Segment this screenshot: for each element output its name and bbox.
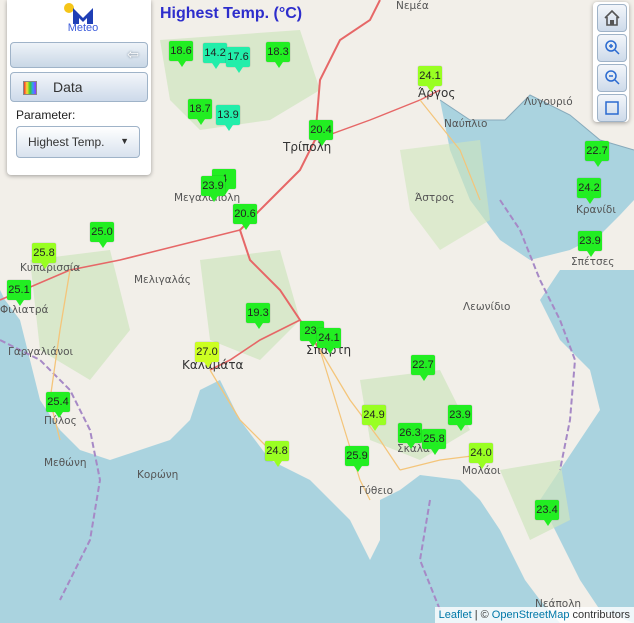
station-marker[interactable]: 24.9 [362,405,386,431]
palette-icon [23,81,37,95]
place-label-astros: Άστρος [415,192,455,204]
home-button[interactable] [597,4,627,32]
station-marker[interactable]: 17.6 [226,47,250,73]
place-label-kyparissia: Κυπαρισσία [20,262,81,274]
fullscreen-button[interactable] [597,94,627,122]
station-marker[interactable]: 25.4 [46,392,70,418]
leaflet-link[interactable]: Leaflet [439,609,472,621]
attribution-separator: | © [474,609,489,621]
place-label-meligalas: Μελιγαλάς [134,274,191,286]
station-marker[interactable]: 14.2 [203,43,227,69]
station-marker[interactable]: 19.3 [246,303,270,329]
parameter-label: Parameter: [16,108,76,122]
fullscreen-icon [605,101,619,115]
place-label-filiatra: Φιλιατρά [0,304,49,316]
control-panel: Meteo ⇦ Data Parameter: Highest Temp. ▼ [7,0,151,175]
zoom-out-icon [605,70,620,85]
station-marker[interactable]: 25.8 [32,243,56,269]
place-label-methoni: Μεθώνη [44,457,87,469]
home-icon [604,9,620,26]
station-marker[interactable]: 23.9 [578,231,602,257]
place-label-gytheio: Γύθειο [359,485,394,497]
place-label-kranidi: Κρανίδι [576,204,616,216]
openstreetmap-link[interactable]: OpenStreetMap [492,609,570,621]
parameter-select[interactable]: Highest Temp. ▼ [16,126,140,158]
arrow-left-icon: ⇦ [127,46,139,62]
station-marker[interactable]: 22.7 [585,141,609,167]
station-marker[interactable]: 24.2 [577,178,601,204]
attribution-contributors: contributors [572,609,630,621]
station-marker[interactable]: 23.4 [535,500,559,526]
station-marker[interactable]: 25.1 [7,280,31,306]
station-marker[interactable]: 27.0 [195,342,219,368]
place-label-nemea: Νεμέα [396,0,429,12]
parameter-select-value: Highest Temp. [28,135,105,149]
place-label-spetses: Σπέτσες [571,256,615,268]
data-button[interactable]: Data [10,72,148,102]
zoom-out-button[interactable] [597,64,627,92]
place-label-leonidio: Λεωνίδιο [463,301,511,313]
place-label-koroni: Κορώνη [137,469,179,481]
station-marker[interactable]: 25.0 [90,222,114,248]
station-marker[interactable]: 25.9 [345,446,369,472]
station-marker[interactable]: 23.9 [201,176,225,202]
station-marker[interactable]: 20.6 [233,204,257,230]
zoom-in-button[interactable] [597,34,627,62]
station-marker[interactable]: 26.3 [398,423,422,449]
station-marker[interactable]: 25.8 [422,429,446,455]
map-attribution: Leaflet | © OpenStreetMap contributors [434,607,634,623]
station-marker[interactable]: 22.7 [411,355,435,381]
map-toolbar [593,2,629,122]
place-label-gargalianoi: Γαργαλιάνοι [8,346,74,358]
station-marker[interactable]: 24.8 [265,441,289,467]
zoom-in-icon [605,40,620,55]
station-marker[interactable]: 18.3 [266,42,290,68]
station-marker[interactable]: 24.1 [317,328,341,354]
station-marker[interactable]: 24.1 [418,66,442,92]
place-label-argos: Άργος [418,86,456,100]
logo-text: Meteo [67,22,99,34]
station-marker[interactable]: 23.9 [448,405,472,431]
station-marker[interactable]: 18.6 [169,41,193,67]
place-label-nafplio: Ναύπλιο [444,118,488,130]
station-marker[interactable]: 18.7 [188,99,212,125]
station-marker[interactable]: 20.4 [309,120,333,146]
station-marker[interactable]: 13.9 [216,105,240,131]
data-button-label: Data [53,79,83,95]
station-marker[interactable]: 24.0 [469,443,493,469]
place-label-lygourio: Λυγουριό [524,96,573,108]
collapse-panel-button[interactable]: ⇦ [10,42,148,68]
chevron-down-icon: ▼ [120,136,129,146]
map-title: Highest Temp. (°C) [160,5,303,22]
map-canvas[interactable]: Νεμέα Άργος Λυγουριό Ναύπλιο Τρίπολη Άστ… [0,0,634,623]
